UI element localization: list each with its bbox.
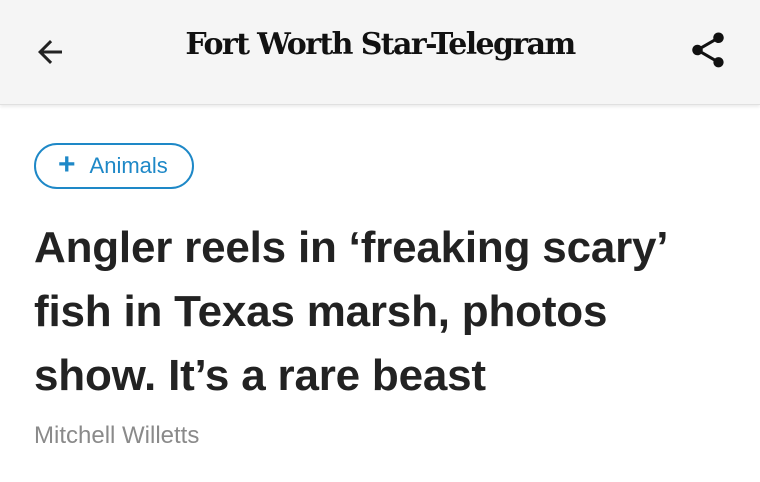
brand-logo[interactable]: Fort Worth Star-Telegram <box>0 27 760 62</box>
share-button[interactable] <box>682 24 734 76</box>
follow-topic-button[interactable]: + Animals <box>34 143 194 189</box>
author-byline[interactable]: Mitchell Willetts <box>34 422 734 450</box>
top-app-bar: Fort Worth Star-Telegram <box>0 0 760 105</box>
topic-label: Animals <box>89 153 168 178</box>
article-headline: Angler reels in ‘freaking scary’ fish in… <box>34 223 666 400</box>
article-header: + Animals Angler reels in ‘freaking scar… <box>34 143 734 450</box>
plus-icon: + <box>58 147 76 181</box>
share-icon <box>692 32 724 68</box>
